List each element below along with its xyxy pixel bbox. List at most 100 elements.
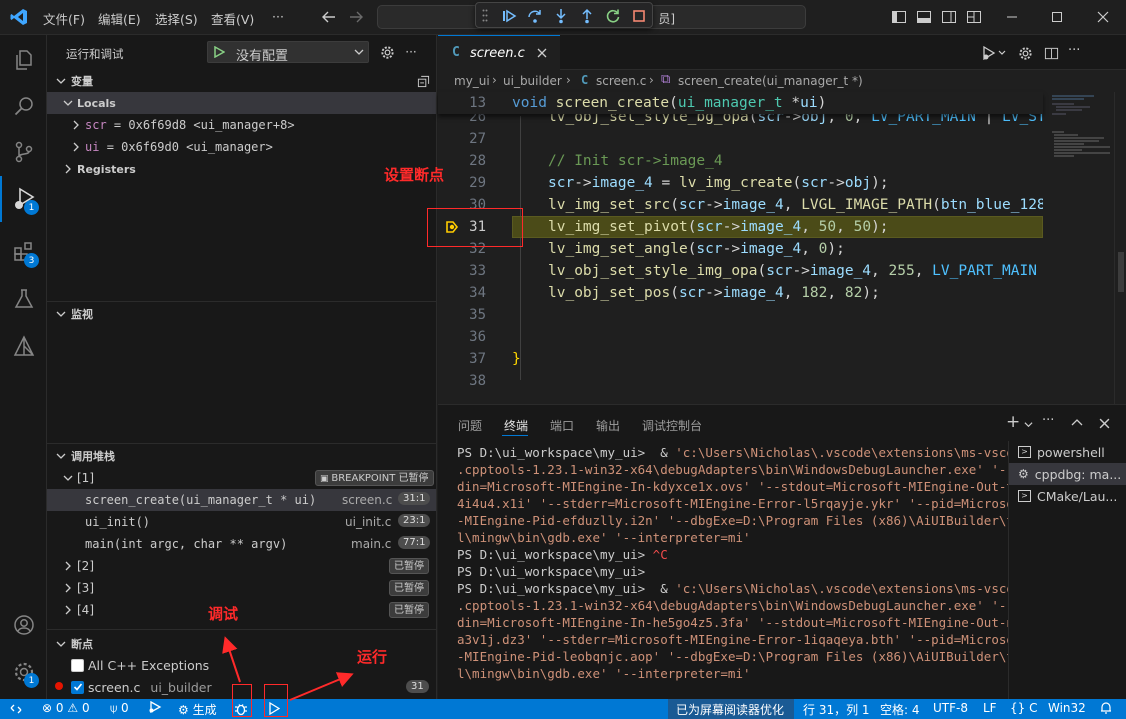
- chevron-down-icon[interactable]: [1022, 418, 1034, 430]
- minimap[interactable]: [1044, 92, 1114, 404]
- more-actions-icon[interactable]: ···: [1042, 413, 1054, 428]
- breadcrumb-item[interactable]: my_ui: [454, 74, 490, 88]
- minimize-icon[interactable]: [1003, 8, 1021, 26]
- encoding[interactable]: UTF-8: [933, 701, 968, 715]
- terminal-item-cppdbg[interactable]: ⚙ cppdbg: ma...: [1009, 463, 1126, 485]
- registers-scope[interactable]: Registers: [61, 158, 136, 180]
- run-debug-split-icon[interactable]: [980, 45, 1010, 61]
- thread-3[interactable]: [3]: [61, 577, 94, 599]
- toggle-primary-sidebar-icon[interactable]: [890, 8, 908, 26]
- vscode-logo-icon: [10, 8, 28, 26]
- continue-icon[interactable]: [499, 6, 519, 26]
- collapse-all-icon[interactable]: [415, 73, 431, 89]
- tab-ports[interactable]: 端口: [550, 417, 574, 434]
- start-debugging-icon[interactable]: [212, 45, 226, 59]
- source-control-icon[interactable]: [0, 129, 47, 175]
- toggle-secondary-sidebar-icon[interactable]: [940, 8, 958, 26]
- locals-scope[interactable]: Locals: [47, 92, 436, 114]
- run-and-debug-icon[interactable]: 1: [0, 176, 47, 222]
- more-actions-icon[interactable]: ···: [1068, 43, 1080, 58]
- stack-frame[interactable]: screen_create(ui_manager_t * ui): [85, 489, 316, 511]
- terminal-output[interactable]: PS D:\ui_workspace\my_ui> & 'c:\Users\Ni…: [438, 441, 1008, 700]
- variable-ui[interactable]: ui = 0x6f69d0 <ui_manager>: [69, 136, 273, 158]
- split-editor-icon[interactable]: [1043, 45, 1059, 61]
- explorer-icon[interactable]: [0, 37, 47, 83]
- notifications-bell-icon[interactable]: [1100, 701, 1112, 717]
- scrollbar[interactable]: [1114, 92, 1126, 404]
- stack-frame-position: 77:1: [398, 536, 431, 549]
- checkbox-unchecked[interactable]: [71, 658, 84, 672]
- gear-icon[interactable]: [379, 44, 395, 60]
- breadcrumb-item[interactable]: screen_create(ui_manager_t *): [678, 74, 863, 88]
- manage-gear-icon[interactable]: 1: [0, 649, 47, 695]
- cmake-icon[interactable]: [0, 323, 47, 369]
- variables-header[interactable]: 变量: [47, 70, 436, 92]
- variable-scr[interactable]: scr = 0x6f69d8 <ui_manager+8>: [69, 114, 295, 136]
- platform[interactable]: Win32: [1048, 701, 1086, 715]
- callstack-title: 调用堆栈: [71, 450, 115, 463]
- line-number: 28: [469, 153, 486, 169]
- breakpoint-row[interactable]: screen.c ui_builder: [71, 676, 212, 698]
- tab-problems[interactable]: 问题: [458, 417, 482, 434]
- chevron-right-icon: ›: [566, 73, 571, 87]
- toggle-panel-icon[interactable]: [915, 8, 933, 26]
- stack-frame[interactable]: main(int argc, char ** argv): [85, 533, 287, 555]
- breadcrumb-item[interactable]: screen.c: [596, 74, 646, 88]
- maximize-icon[interactable]: [1048, 8, 1066, 26]
- callstack-header[interactable]: 调用堆栈: [47, 445, 436, 467]
- problems-indicator[interactable]: ⊗ 0 ⚠ 0: [42, 701, 90, 715]
- step-over-icon[interactable]: [525, 6, 545, 26]
- extensions-icon[interactable]: 3: [0, 229, 47, 275]
- menu-view[interactable]: 查看(V): [211, 9, 254, 28]
- remote-icon[interactable]: [0, 699, 32, 719]
- menu-more[interactable]: ···: [272, 9, 284, 24]
- language-mode[interactable]: {} C: [1010, 701, 1038, 715]
- account-icon[interactable]: [0, 602, 47, 648]
- customize-layout-icon[interactable]: [965, 8, 983, 26]
- stack-frame[interactable]: ui_init(): [85, 511, 150, 533]
- breadcrumb-item[interactable]: ui_builder: [503, 74, 562, 88]
- debug-launch-icon[interactable]: [148, 700, 162, 716]
- cursor-position[interactable]: 行 31，列 1: [803, 701, 870, 718]
- more-actions-icon[interactable]: ···: [403, 44, 419, 60]
- restart-icon[interactable]: [603, 6, 623, 26]
- ports-indicator[interactable]: ⍦ 0: [110, 701, 129, 716]
- sticky-scroll[interactable]: 13 void screen_create(ui_manager_t *ui): [438, 92, 1043, 114]
- step-into-icon[interactable]: [551, 6, 571, 26]
- arrow-right-icon[interactable]: [347, 8, 365, 26]
- all-cpp-exceptions-row[interactable]: All C++ Exceptions: [71, 654, 209, 676]
- close-panel-icon[interactable]: [1097, 416, 1111, 430]
- testing-flask-icon[interactable]: [0, 276, 47, 322]
- terminal-item-cmake[interactable]: > CMake/Lau...: [1009, 485, 1126, 507]
- step-out-icon[interactable]: [577, 6, 597, 26]
- search-icon[interactable]: [0, 83, 47, 129]
- code-editor[interactable]: 13 void screen_create(ui_manager_t *ui) …: [438, 92, 1126, 404]
- tab-output[interactable]: 输出: [596, 417, 620, 434]
- close-tab-icon[interactable]: [536, 47, 548, 59]
- thread-2[interactable]: [2]: [61, 555, 94, 577]
- thread-4[interactable]: [4]: [61, 599, 94, 621]
- end-of-line[interactable]: LF: [983, 701, 997, 715]
- chevron-right-icon: [69, 120, 83, 130]
- build-button[interactable]: ⚙ 生成: [178, 701, 217, 718]
- watch-header[interactable]: 监视: [47, 303, 436, 325]
- menu-file[interactable]: 文件(F): [43, 9, 85, 28]
- drag-handle-icon[interactable]: [482, 9, 488, 22]
- tab-screen-c[interactable]: C screen.c: [438, 35, 560, 70]
- tab-terminal[interactable]: 终端: [504, 417, 528, 434]
- launch-config-select[interactable]: 没有配置: [207, 41, 369, 64]
- terminal-item-powershell[interactable]: > powershell: [1009, 441, 1126, 463]
- add-terminal-icon[interactable]: +: [1006, 412, 1020, 432]
- screen-reader-mode[interactable]: 已为屏幕阅读器优化: [668, 699, 794, 719]
- indentation[interactable]: 空格: 4: [880, 701, 920, 718]
- menu-edit[interactable]: 编辑(E): [98, 9, 141, 28]
- stop-icon[interactable]: [629, 6, 649, 26]
- gear-icon[interactable]: [1017, 45, 1033, 61]
- close-window-icon[interactable]: [1094, 8, 1112, 26]
- code-line: lv_img_set_src(scr->image_4, LVGL_IMAGE_…: [548, 197, 1043, 213]
- maximize-panel-icon[interactable]: [1070, 416, 1084, 430]
- checkbox-checked[interactable]: [71, 680, 84, 694]
- arrow-left-icon[interactable]: [320, 8, 338, 26]
- menu-selection[interactable]: 选择(S): [155, 9, 198, 28]
- tab-debug-console[interactable]: 调试控制台: [642, 417, 702, 434]
